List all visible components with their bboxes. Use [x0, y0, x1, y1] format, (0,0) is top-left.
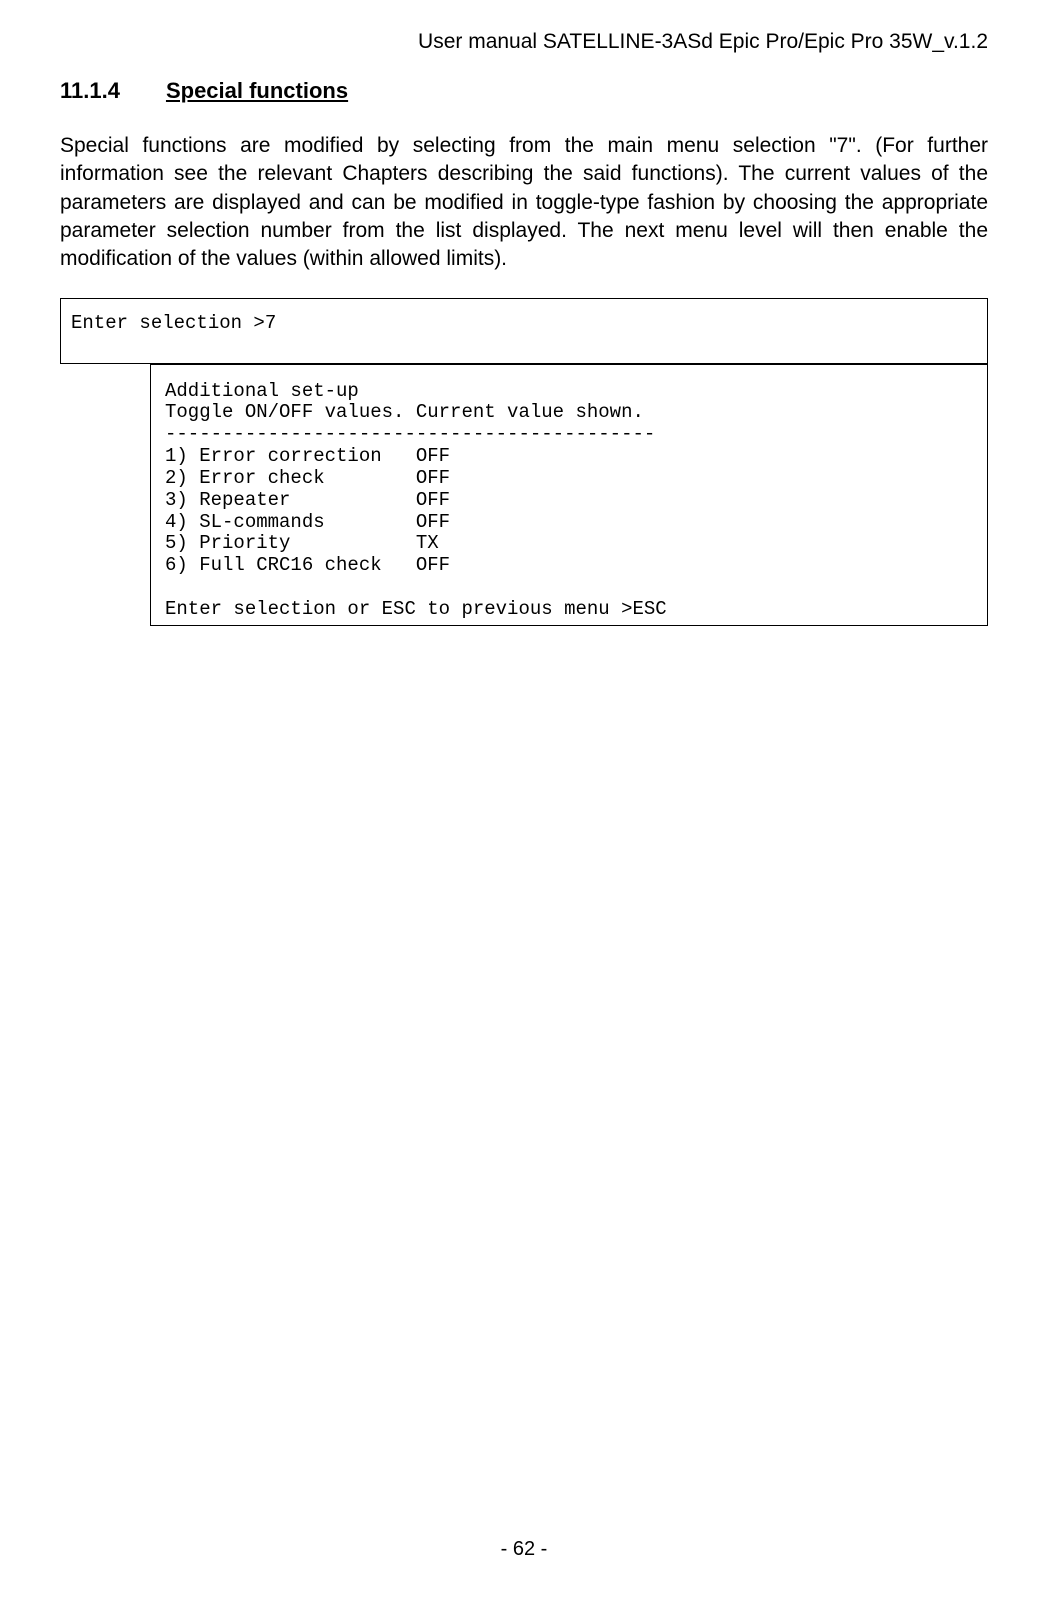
terminal-item: 1) Error correction OFF: [165, 445, 450, 467]
page: User manual SATELLINE-3ASd Epic Pro/Epic…: [0, 0, 1048, 1597]
running-header: User manual SATELLINE-3ASd Epic Pro/Epic…: [60, 30, 988, 54]
terminal-outer-prompt: Enter selection >7: [71, 312, 276, 334]
terminal-item: 4) SL-commands OFF: [165, 511, 450, 533]
body-paragraph: Special functions are modified by select…: [60, 132, 988, 274]
terminal-outer-box: Enter selection >7: [60, 298, 988, 364]
terminal-divider: ----------------------------------------…: [165, 423, 655, 445]
terminal-inner-title: Additional set-up: [165, 380, 359, 402]
section-title: Special functions: [166, 78, 348, 103]
section-number: 11.1.4: [60, 78, 120, 104]
terminal-inner-subtitle: Toggle ON/OFF values. Current value show…: [165, 401, 644, 423]
terminal-item: 2) Error check OFF: [165, 467, 450, 489]
terminal-item: 3) Repeater OFF: [165, 489, 450, 511]
terminal-footer-prompt: Enter selection or ESC to previous menu …: [165, 598, 667, 620]
terminal-item: 5) Priority TX: [165, 532, 439, 554]
terminal-item: 6) Full CRC16 check OFF: [165, 554, 450, 576]
page-number: - 62 -: [0, 1538, 1048, 1561]
section-heading: 11.1.4 Special functions: [60, 78, 988, 104]
terminal-inner-box: Additional set-up Toggle ON/OFF values. …: [150, 364, 988, 626]
